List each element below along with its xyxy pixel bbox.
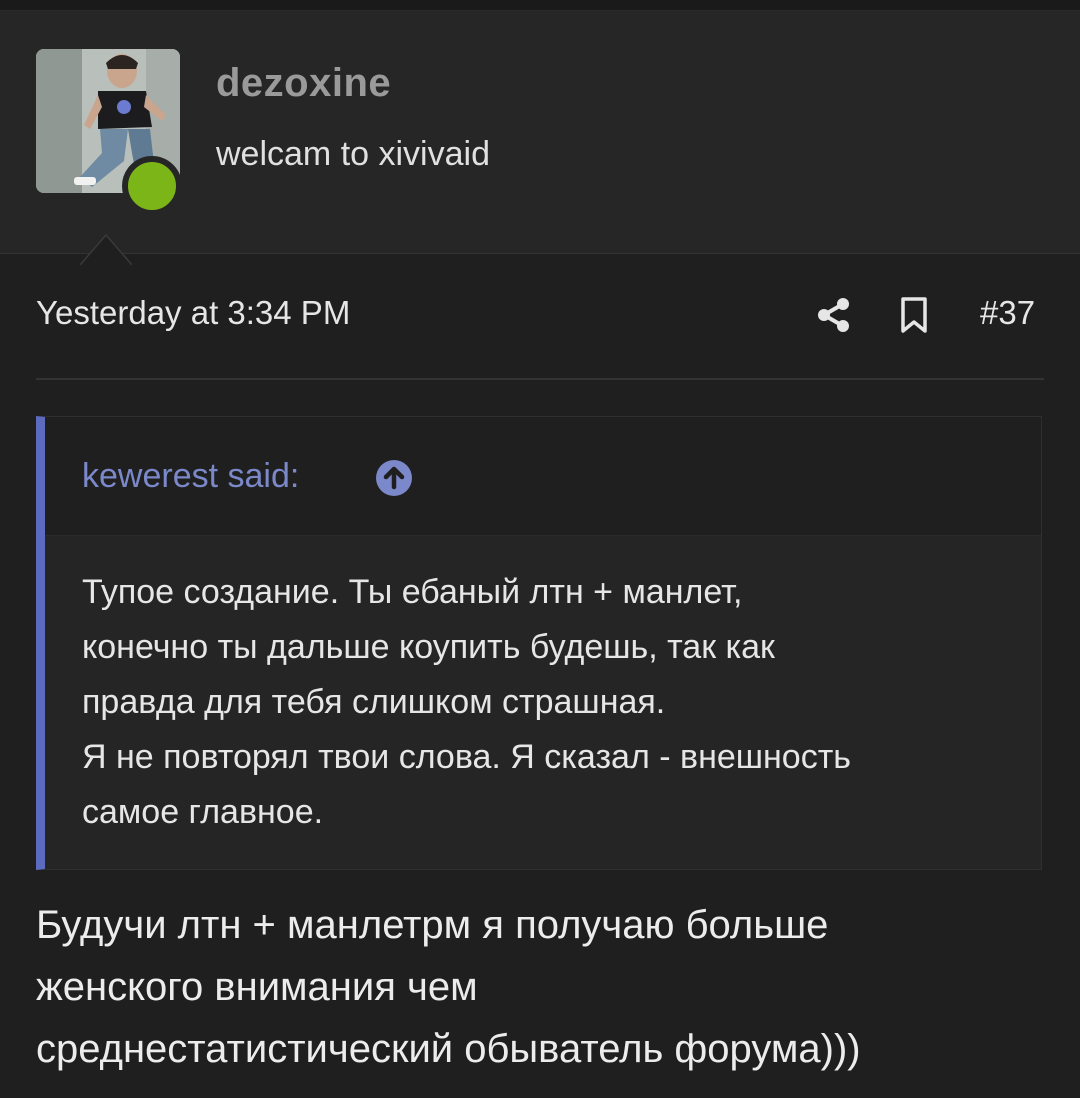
top-strip bbox=[0, 0, 1080, 11]
divider bbox=[36, 378, 1044, 380]
online-status-badge bbox=[122, 156, 182, 216]
post-line: среднестатистический обыватель форума))) bbox=[36, 1027, 861, 1071]
quote-header: kewerest said: bbox=[45, 417, 1041, 536]
username[interactable]: dezoxine bbox=[216, 61, 391, 106]
user-header: dezoxine welcam to xivivaid bbox=[0, 11, 1080, 265]
post-line: женского внимания чем bbox=[36, 965, 478, 1009]
quote-line: конечно ты дальше коупить будешь, так ка… bbox=[82, 628, 775, 666]
quote-line: Тупое создание. Ты ебаный лтн + манлет, bbox=[82, 573, 743, 611]
share-icon[interactable] bbox=[816, 296, 852, 334]
quote-line: правда для тебя слишком страшная. bbox=[82, 683, 666, 721]
quote-line: Я не повторял твои слова. Я сказал - вне… bbox=[82, 738, 852, 776]
user-title: welcam to xivivaid bbox=[216, 135, 490, 173]
post-number-link[interactable]: #37 bbox=[980, 294, 1035, 332]
post-date[interactable]: Yesterday at 3:34 PM bbox=[36, 294, 350, 332]
bookmark-icon[interactable] bbox=[898, 296, 930, 334]
post-line: Будучи лтн + манлетрм я получаю больше bbox=[36, 903, 829, 947]
header-caret bbox=[80, 233, 132, 265]
quote-content: Тупое создание. Ты ебаный лтн + манлет, … bbox=[82, 565, 1022, 840]
quote-author-link[interactable]: kewerest said: bbox=[82, 457, 299, 496]
quote-line: самое главное. bbox=[82, 793, 324, 831]
post-content: Будучи лтн + манлетрм я получаю больше ж… bbox=[36, 894, 1056, 1080]
quote-block: kewerest said: Тупое создание. Ты ебаный… bbox=[36, 416, 1042, 870]
arrow-up-circle-icon[interactable] bbox=[375, 459, 413, 497]
